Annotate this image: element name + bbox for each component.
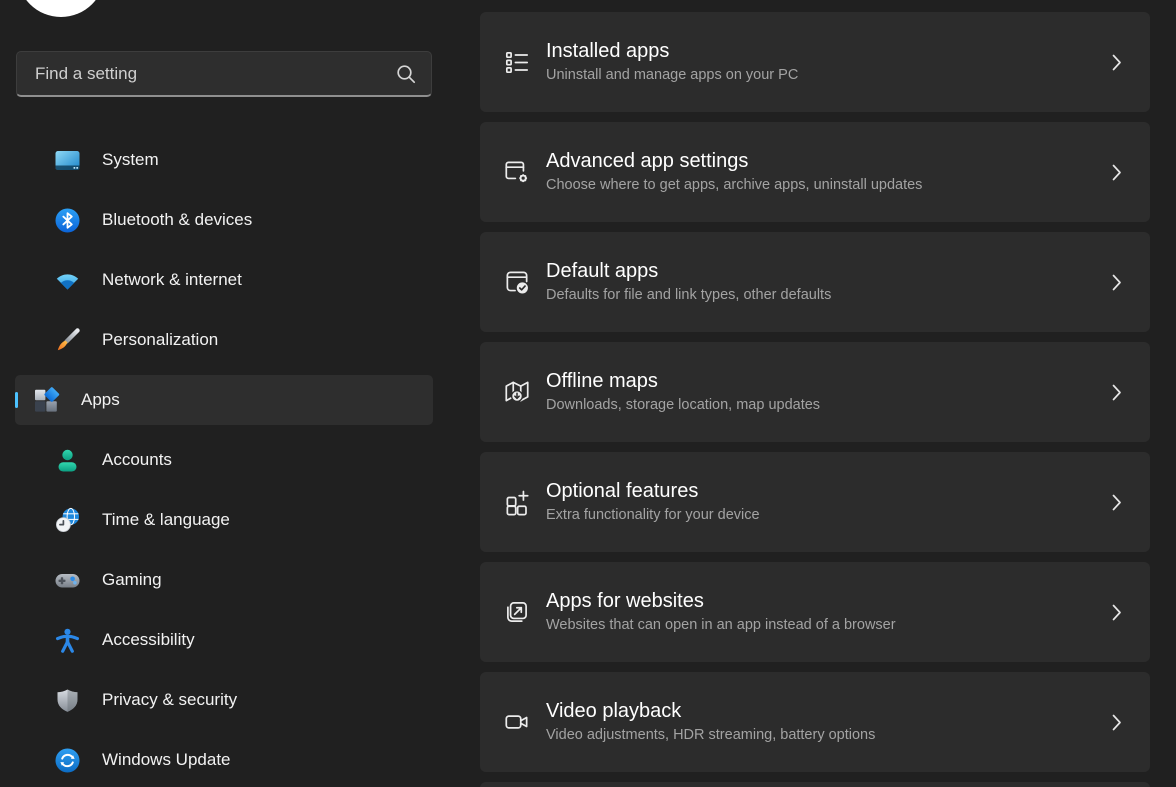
video-playback-icon: [502, 707, 532, 737]
selection-indicator: [15, 392, 18, 408]
sidebar-item-bluetooth-devices[interactable]: Bluetooth & devices: [15, 195, 433, 245]
card-subtitle: Choose where to get apps, archive apps, …: [546, 176, 922, 195]
sidebar-item-apps[interactable]: Apps: [15, 375, 433, 425]
card-title: Installed apps: [546, 39, 798, 63]
sidebar-item-windows-update[interactable]: Windows Update: [15, 735, 433, 785]
card-title: Optional features: [546, 479, 760, 503]
sidebar-item-label: Time & language: [102, 510, 230, 530]
apps-settings-list: Installed apps Uninstall and manage apps…: [480, 12, 1150, 787]
personalization-icon: [54, 327, 81, 354]
search-icon[interactable]: [395, 63, 417, 85]
search-box[interactable]: [16, 51, 432, 97]
accounts-icon: [54, 447, 81, 474]
bluetooth-icon: [54, 207, 81, 234]
chevron-right-icon: [1112, 274, 1128, 291]
sidebar-nav: System Bluetooth & devices: [15, 135, 433, 787]
sidebar-item-accounts[interactable]: Accounts: [15, 435, 433, 485]
sidebar-item-label: Bluetooth & devices: [102, 210, 252, 230]
system-icon: [54, 147, 81, 174]
settings-window: System Bluetooth & devices: [0, 0, 1176, 787]
accessibility-icon: [54, 627, 81, 654]
apps-icon: [33, 387, 60, 414]
card-title: Offline maps: [546, 369, 820, 393]
sidebar-item-label: Accessibility: [102, 630, 195, 650]
user-avatar[interactable]: [17, 0, 105, 17]
chevron-right-icon: [1112, 54, 1128, 71]
sidebar-item-network-internet[interactable]: Network & internet: [15, 255, 433, 305]
chevron-right-icon: [1112, 164, 1128, 181]
card-next-partial[interactable]: [480, 782, 1150, 787]
card-title: Video playback: [546, 699, 875, 723]
chevron-right-icon: [1112, 604, 1128, 621]
card-advanced-app-settings[interactable]: Advanced app settings Choose where to ge…: [480, 122, 1150, 222]
chevron-right-icon: [1112, 384, 1128, 401]
chevron-right-icon: [1112, 714, 1128, 731]
time-language-icon: [54, 507, 81, 534]
card-title: Apps for websites: [546, 589, 896, 613]
card-offline-maps[interactable]: Offline maps Downloads, storage location…: [480, 342, 1150, 442]
chevron-right-icon: [1112, 494, 1128, 511]
sidebar-item-label: Personalization: [102, 330, 218, 350]
card-video-playback[interactable]: Video playback Video adjustments, HDR st…: [480, 672, 1150, 772]
privacy-security-icon: [54, 687, 81, 714]
sidebar-item-label: Windows Update: [102, 750, 231, 770]
sidebar-item-label: Accounts: [102, 450, 172, 470]
sidebar-item-label: Network & internet: [102, 270, 242, 290]
network-icon: [54, 267, 81, 294]
installed-apps-icon: [502, 47, 532, 77]
card-subtitle: Video adjustments, HDR streaming, batter…: [546, 726, 875, 745]
card-default-apps[interactable]: Default apps Defaults for file and link …: [480, 232, 1150, 332]
sidebar-item-label: System: [102, 150, 159, 170]
card-subtitle: Defaults for file and link types, other …: [546, 286, 831, 305]
sidebar-item-label: Privacy & security: [102, 690, 237, 710]
search-input[interactable]: [33, 63, 395, 85]
card-subtitle: Websites that can open in an app instead…: [546, 616, 896, 635]
card-installed-apps[interactable]: Installed apps Uninstall and manage apps…: [480, 12, 1150, 112]
offline-maps-icon: [502, 377, 532, 407]
card-subtitle: Uninstall and manage apps on your PC: [546, 66, 798, 85]
card-optional-features[interactable]: Optional features Extra functionality fo…: [480, 452, 1150, 552]
card-title: Default apps: [546, 259, 831, 283]
card-subtitle: Extra functionality for your device: [546, 506, 760, 525]
sidebar-item-label: Gaming: [102, 570, 162, 590]
sidebar-item-privacy-security[interactable]: Privacy & security: [15, 675, 433, 725]
windows-update-icon: [54, 747, 81, 774]
apps-for-websites-icon: [502, 597, 532, 627]
sidebar-item-personalization[interactable]: Personalization: [15, 315, 433, 365]
sidebar-item-gaming[interactable]: Gaming: [15, 555, 433, 605]
sidebar-item-label: Apps: [81, 390, 120, 410]
advanced-app-settings-icon: [502, 157, 532, 187]
default-apps-icon: [502, 267, 532, 297]
gaming-icon: [54, 567, 81, 594]
sidebar-item-accessibility[interactable]: Accessibility: [15, 615, 433, 665]
card-title: Advanced app settings: [546, 149, 922, 173]
optional-features-icon: [502, 487, 532, 517]
sidebar-item-time-language[interactable]: Time & language: [15, 495, 433, 545]
card-apps-for-websites[interactable]: Apps for websites Websites that can open…: [480, 562, 1150, 662]
card-subtitle: Downloads, storage location, map updates: [546, 396, 820, 415]
sidebar-item-system[interactable]: System: [15, 135, 433, 185]
